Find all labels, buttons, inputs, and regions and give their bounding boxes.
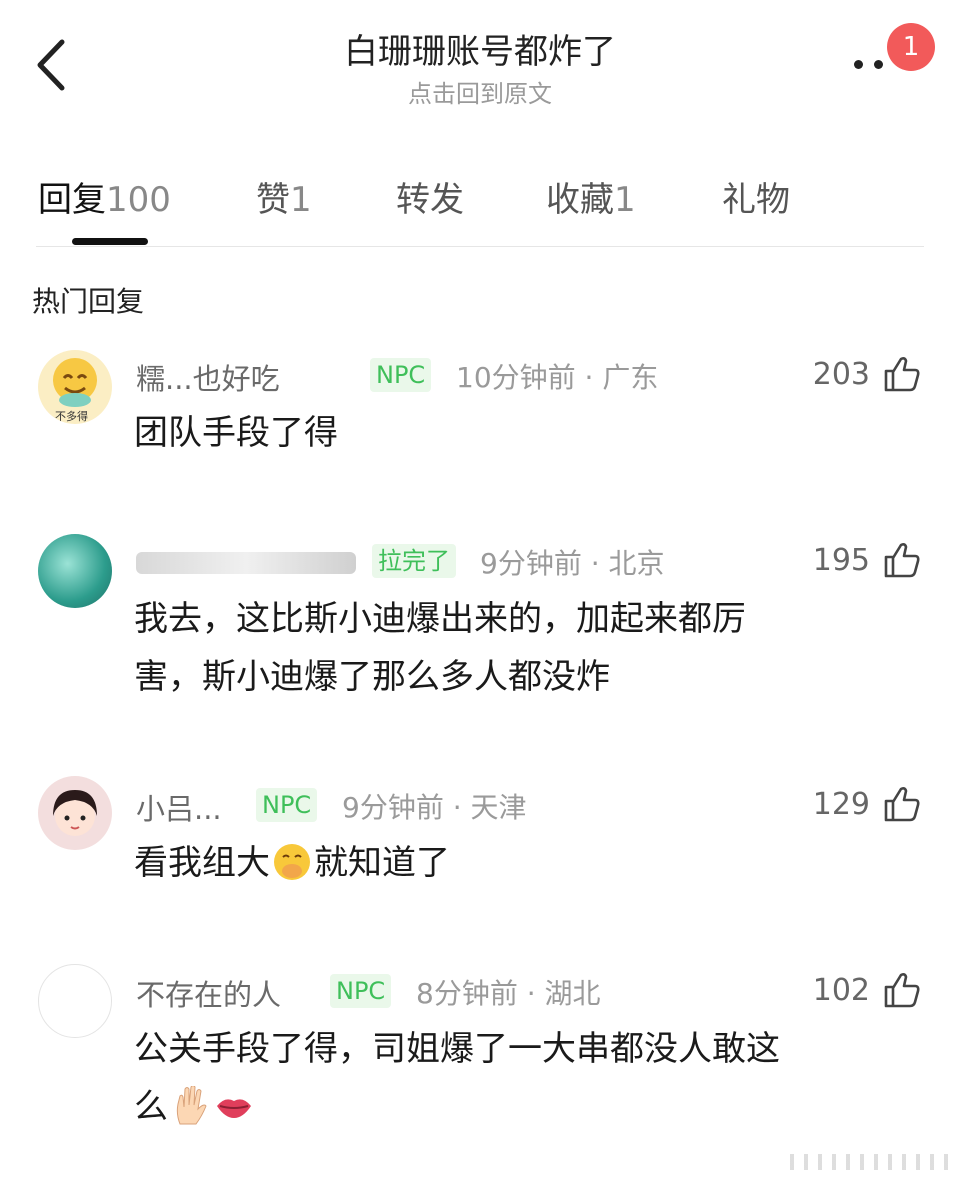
- comment-text: 团队手段了得: [134, 404, 894, 462]
- avatar[interactable]: [38, 964, 112, 1038]
- comment-meta: 10分钟前 · 广东: [456, 361, 659, 394]
- tab-label: 赞: [256, 180, 290, 220]
- user-badge: NPC: [330, 974, 392, 1008]
- emoji-avatar-icon: 不多得: [53, 358, 97, 423]
- like-button[interactable]: 195: [813, 538, 922, 582]
- avatar[interactable]: [38, 534, 112, 608]
- tab-count: 1: [614, 180, 636, 220]
- comment-meta: 8分钟前 · 湖北: [416, 977, 601, 1010]
- thumbs-up-icon: [884, 787, 920, 822]
- like-count: 102: [812, 972, 870, 1008]
- like-button[interactable]: 102: [813, 968, 922, 1012]
- comment-line: 害，斯小迪爆了那么多人都没炸: [134, 657, 610, 697]
- comment-line: 我去，这比斯小迪爆出来的，加起来都厉: [134, 599, 746, 639]
- comment-time: 8分钟前: [416, 977, 518, 1010]
- comment-meta: 9分钟前 · 天津: [342, 791, 527, 824]
- tab-label: 礼物: [722, 180, 790, 220]
- lips-emoji: [217, 1099, 251, 1118]
- comment-line: 团队手段了得: [134, 413, 338, 453]
- tab-replies[interactable]: 回复100: [38, 172, 171, 221]
- comment-time: 9分钟前: [342, 791, 444, 824]
- tab-label: 回复: [38, 180, 106, 220]
- page-title: 白珊珊账号都炸了: [344, 32, 616, 72]
- comment-time: 10分钟前: [456, 361, 576, 394]
- thumbs-up-icon: [884, 357, 920, 392]
- tab-count: 1: [290, 180, 312, 220]
- comment-text: 我去，这比斯小迪爆出来的，加起来都厉 害，斯小迪爆了那么多人都没炸: [134, 590, 894, 706]
- comment-line-with-emoji: 么: [134, 1078, 894, 1136]
- section-title: 热门回复: [32, 285, 145, 318]
- author-name: 小吕...: [136, 792, 222, 826]
- back-to-original-link[interactable]: 点击回到原文: [0, 74, 960, 109]
- like-count: 195: [812, 542, 870, 578]
- tab-label: 收藏: [546, 180, 614, 220]
- blurred-name: [136, 552, 356, 574]
- like-button[interactable]: 129: [813, 782, 922, 826]
- user-badge: 拉完了: [372, 544, 456, 578]
- tab-count: 100: [106, 180, 171, 220]
- comment-text: 看我组大 就知道了: [134, 834, 894, 892]
- comment-line: 公关手段了得，司姐爆了一大串都没人敢这: [134, 1029, 780, 1069]
- tab-favorites[interactable]: 收藏1: [546, 172, 636, 221]
- more-dot-icon: [874, 60, 883, 69]
- more-dot-icon: [854, 60, 863, 69]
- svg-text:不多得: 不多得: [55, 409, 88, 423]
- comment-line: 就知道了: [314, 843, 450, 883]
- tab-bar: 回复100 赞1 转发 收藏1 礼物: [0, 160, 960, 250]
- author-name: 糯...也好吃: [136, 362, 280, 396]
- tab-likes[interactable]: 赞1: [256, 172, 312, 221]
- comment-author[interactable]: 糯...也好吃: [136, 356, 280, 398]
- tab-gifts[interactable]: 礼物: [722, 172, 790, 221]
- comment-author[interactable]: [136, 544, 356, 578]
- comment-location: 湖北: [544, 977, 601, 1010]
- like-count: 129: [812, 786, 870, 822]
- comment-meta: 9分钟前 · 北京: [480, 547, 665, 580]
- user-badge: NPC: [256, 788, 318, 822]
- hand-over-mouth-emoji: [274, 844, 310, 880]
- thumbs-up-icon: [884, 543, 920, 578]
- comment-text: 公关手段了得，司姐爆了一大串都没人敢这 么: [134, 1020, 894, 1136]
- comment-line: 看我组大: [134, 843, 270, 883]
- avatar[interactable]: 不多得: [38, 350, 112, 424]
- raised-hand-emoji: [176, 1086, 207, 1125]
- comment-location: 北京: [608, 547, 665, 580]
- girl-avatar-icon: [53, 790, 97, 836]
- divider: [36, 246, 924, 247]
- comment-line: 么: [134, 1087, 168, 1127]
- active-tab-indicator: [72, 238, 148, 245]
- author-name: 不存在的人: [136, 978, 282, 1012]
- tab-reposts[interactable]: 转发: [396, 172, 464, 221]
- thumbs-up-icon: [884, 973, 920, 1008]
- comment-author[interactable]: 不存在的人: [136, 972, 281, 1014]
- like-button[interactable]: 203: [813, 352, 922, 396]
- notification-badge[interactable]: 1: [887, 23, 935, 71]
- comment-location: 天津: [470, 791, 527, 824]
- comment-time: 9分钟前: [480, 547, 582, 580]
- avatar[interactable]: [38, 776, 112, 850]
- like-count: 203: [812, 356, 870, 392]
- user-badge: NPC: [370, 358, 432, 392]
- scroll-indicator: [790, 1154, 950, 1170]
- comment-location: 广东: [602, 361, 659, 394]
- top-bar: 白珊珊账号都炸了 点击回到原文 1: [0, 0, 960, 130]
- tab-label: 转发: [396, 180, 464, 220]
- comment-author[interactable]: 小吕...: [136, 786, 222, 828]
